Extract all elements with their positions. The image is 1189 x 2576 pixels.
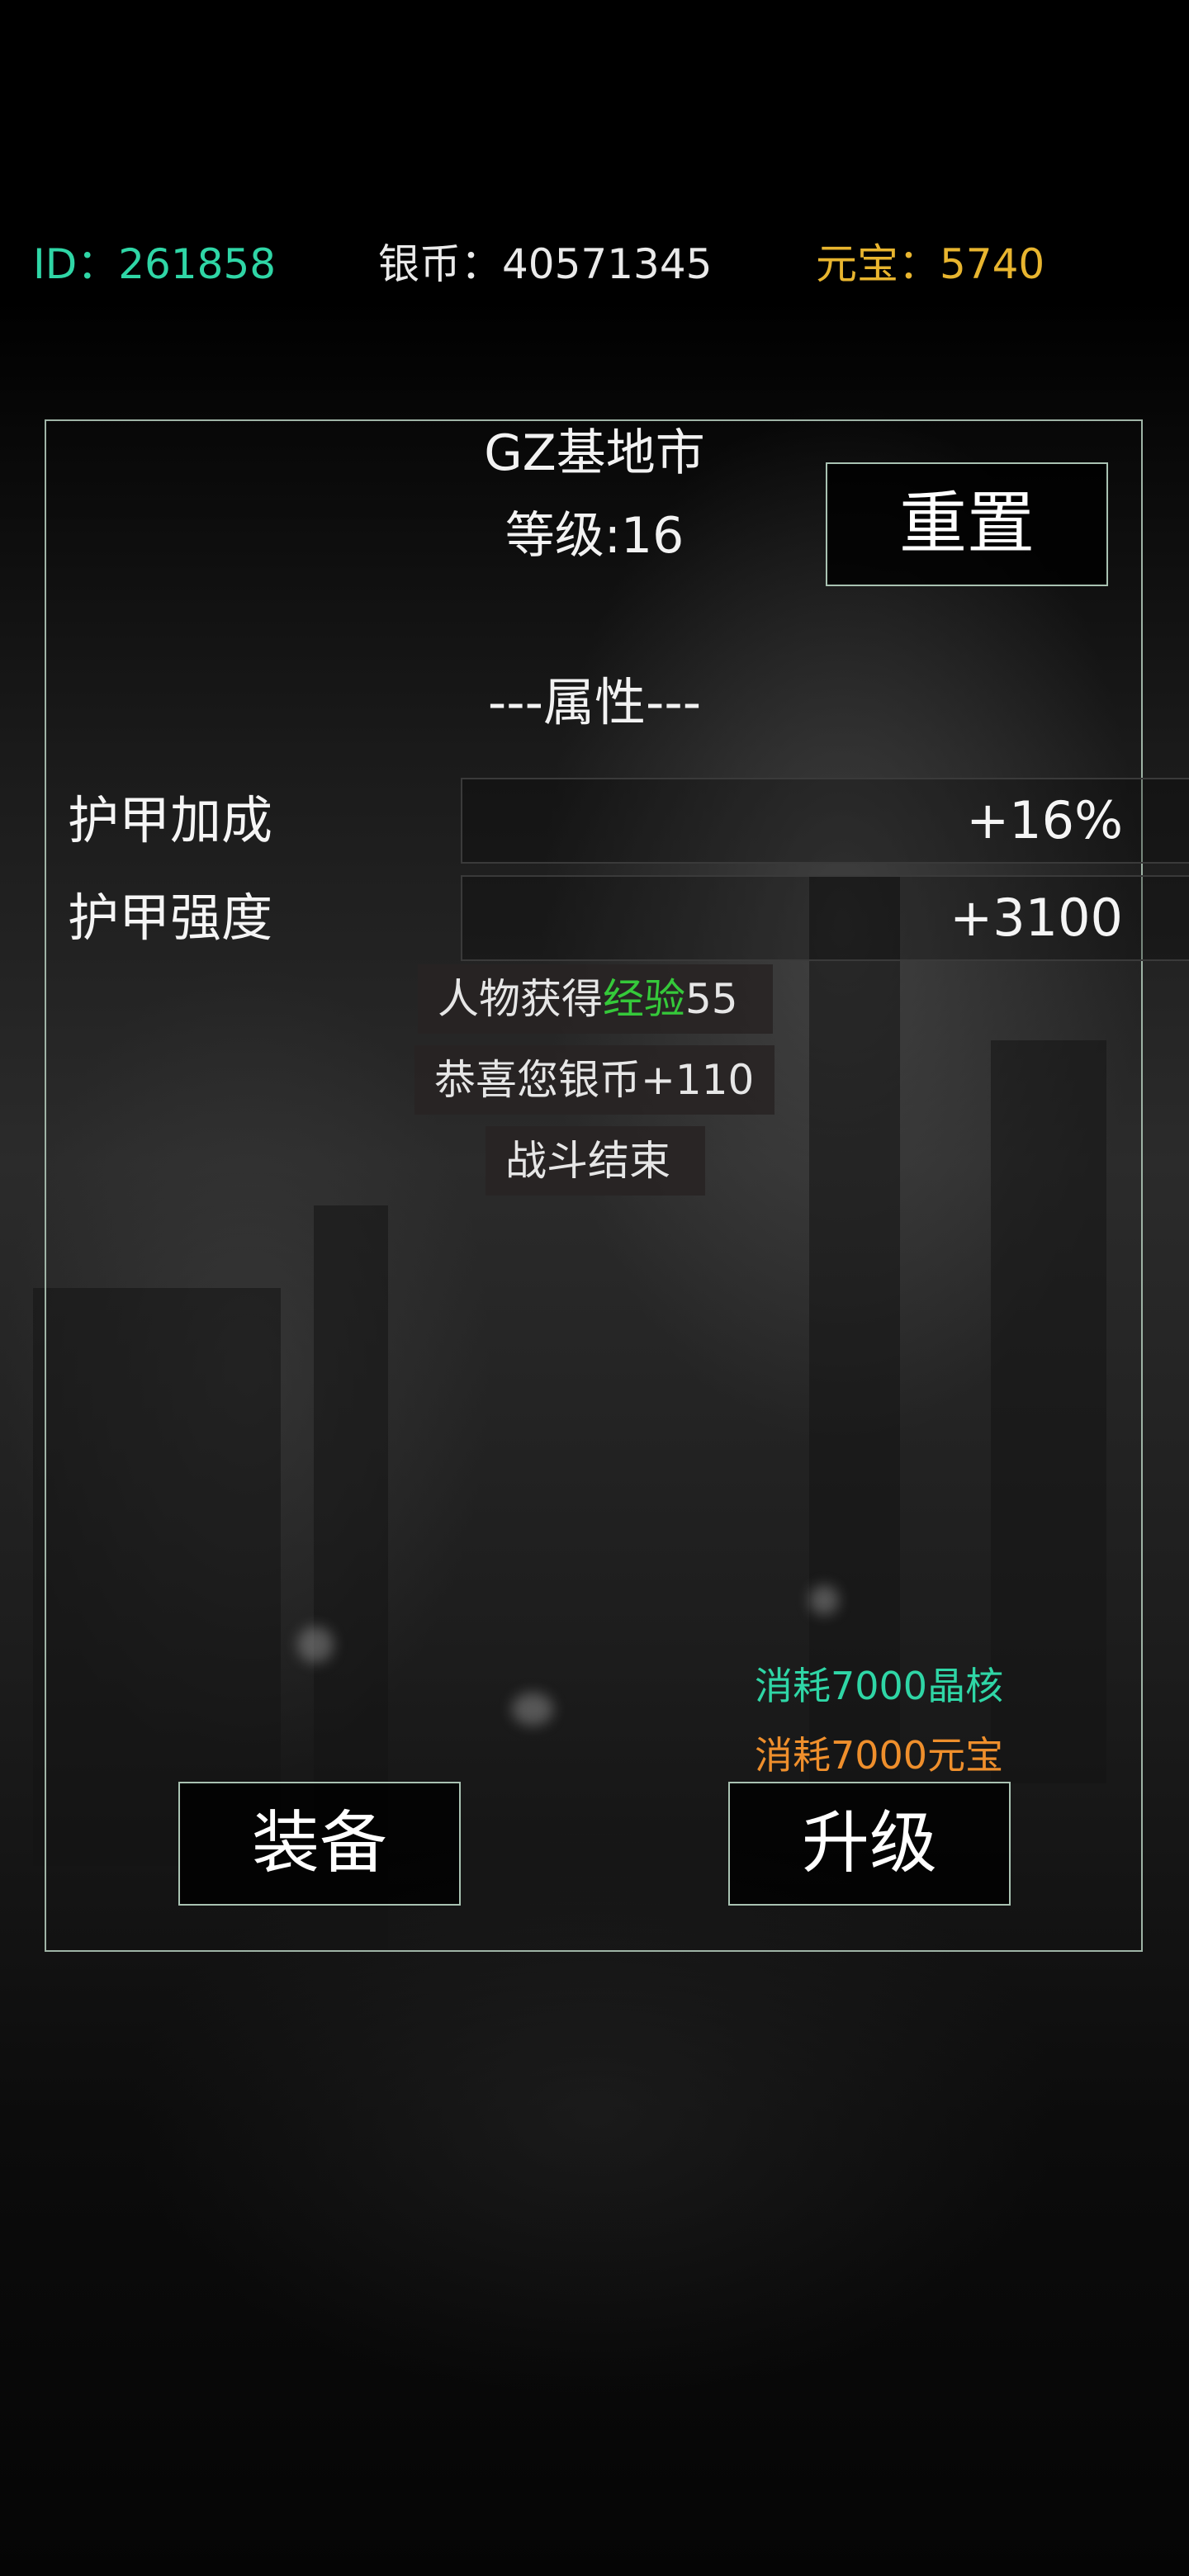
currency-bar: ID：261858 银币：40571345 元宝：5740 (0, 231, 1189, 297)
attribute-row-armor-bonus: 护甲加成 +16% (68, 778, 1189, 864)
silver-gain-toast: 恭喜您银币+110 (414, 1045, 775, 1115)
yuanbao-balance: 元宝：5740 (816, 240, 1045, 288)
attribute-label: 护甲强度 (68, 888, 273, 948)
silver-balance: 银币：40571345 (378, 240, 713, 288)
exp-highlight: 经验 (603, 975, 685, 1023)
attribute-label: 护甲加成 (68, 790, 273, 850)
reset-button[interactable]: 重置 (826, 462, 1108, 586)
attribute-row-armor-strength: 护甲强度 +3100 (68, 875, 1189, 961)
upgrade-cost-crystal: 消耗7000晶核 (755, 1664, 1004, 1708)
upgrade-cost-yuanbao: 消耗7000元宝 (755, 1733, 1004, 1778)
exp-amount: 55 (685, 975, 738, 1023)
upgrade-button[interactable]: 升级 (728, 1782, 1011, 1906)
equip-button[interactable]: 装备 (178, 1782, 461, 1906)
player-id: ID：261858 (33, 240, 277, 288)
battle-end-toast: 战斗结束 (486, 1126, 705, 1196)
exp-gain-toast: 人物获得经验55 (418, 964, 773, 1034)
attribute-value: +16% (966, 790, 1123, 850)
attribute-value: +3100 (950, 888, 1123, 948)
exp-prefix: 人物获得 (438, 975, 603, 1023)
attributes-heading: ---属性--- (487, 672, 702, 732)
